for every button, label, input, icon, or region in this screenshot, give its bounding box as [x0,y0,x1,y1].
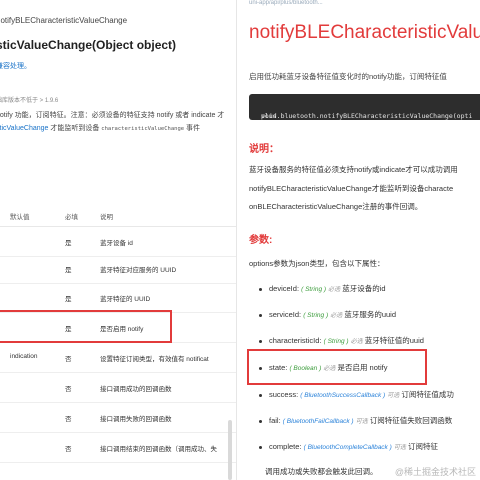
param-desc: 订阅特征值失败回调函数 [369,416,453,425]
bullet-icon [259,445,262,449]
param-item: deviceId: ( String ) 必选 蓝牙设备的id [259,283,386,294]
param-name: success [269,390,297,399]
cell-desc: 蓝牙特征的 UUID [100,296,151,303]
param-type[interactable]: String [328,338,345,345]
param-tag: 可选 [355,419,368,425]
url-fragment[interactable]: uni-app/api/plus/bluetooth... [249,0,323,6]
cell-desc: 接口调用结束的回调函数（调用成功、失 [100,446,217,453]
right-doc-panel: uni-app/api/plus/bluetooth... notifyBLEC… [237,0,480,480]
bullet-icon [259,313,262,317]
cell-required: 否 [65,356,72,363]
bullet-icon [259,393,262,397]
param-table-header: 默认值 必填 说明 [0,200,236,227]
cell-required: 是 [65,296,72,303]
code-text: plus.bluetooth.notifyBLECharacteristicVa… [261,112,473,120]
param-tag: 可选 [393,445,406,451]
table-row: 否 接口调用结束的回调函数（调用成功、失 [0,432,236,463]
param-item: serviceId: ( String ) 必选 蓝牙服务的uuid [259,309,396,320]
param-desc: 订阅特征值成功 [401,390,454,399]
table-row: 是 蓝牙特征的 UUID [0,282,236,313]
page-title: sticValueChange(Object object) [0,38,177,52]
version-note: 础库版本不低于 > 1.9.6 [0,98,59,104]
cell-required: 否 [65,386,72,393]
description-line-1: notify 功能，订阅特征。注意：必须设备的特征支持 notify 或者 in… [0,112,225,119]
param-item: characteristicId: ( String ) 必选 蓝牙特征值的uu… [259,335,424,346]
cell-desc: 接口调用成功的回调函数 [100,386,172,393]
code-block: void plus.bluetooth.notifyBLECharacteris… [249,94,480,120]
compat-link[interactable]: 兼容处理。 [0,61,31,71]
cell-desc: 蓝牙特征对应服务的 UUID [100,267,177,274]
param-type[interactable]: String [307,312,324,319]
param-item: complete: ( BluetoothCompleteCallback ) … [259,441,438,452]
param-tag: 必选 [328,287,341,293]
param-tag: 必选 [330,313,343,319]
param-desc: 订阅特征 [408,442,438,451]
cell-desc: 接口调用失败的回调函数 [100,416,172,423]
breadcrumb[interactable]: notifyBLECharacteristicValueChange [0,16,127,25]
desc-tail: 事件 [184,125,201,132]
explain-line: 蓝牙设备服务的特征值必须支持notify或indicate才可以成功调用 [249,165,458,174]
cell-required: 否 [65,416,72,423]
table-row: 否 接口调用成功的回调函数 [0,372,236,403]
param-item: success: ( BluetoothSuccessCallback ) 可选… [259,389,454,400]
cell-required: 是 [65,240,72,247]
complete-desc-continued: 调用成功或失败都会触发此回调。 [265,467,378,476]
highlight-box-state-param [247,349,427,385]
cell-required: 否 [65,446,72,453]
param-name: complete [269,442,300,451]
param-item: fail: ( BluetoothFailCallback ) 可选 订阅特征值… [259,415,452,426]
bullet-icon [259,419,262,423]
param-name: deviceId [269,284,297,293]
param-desc: 蓝牙服务的uuid [344,310,397,319]
watermark: @稀土掘金技术社区 [394,467,476,477]
param-type[interactable]: String [305,286,322,293]
param-type[interactable]: BluetoothCompleteCallback [308,444,388,451]
param-name: fail [269,416,279,425]
cell-required: 是 [65,267,72,274]
params-heading: 参数: [249,235,273,246]
scrollbar-thumb[interactable] [228,420,232,480]
explain-line: onBLECharacteristicValueChange注册的事件回调。 [249,202,423,211]
param-name: serviceId [269,310,300,319]
intro-text: 启用低功耗蓝牙设备特征值变化时的notify功能，订阅特征值 [249,72,447,81]
param-tag: 可选 [387,393,400,399]
param-type[interactable]: BluetoothFailCallback [287,418,350,425]
left-doc-panel: notifyBLECharacteristicValueChange sticV… [0,0,236,480]
cell-desc: 蓝牙设备 id [100,240,133,247]
table-row: 否 接口调用失败的回调函数 [0,402,236,433]
options-intro: options参数为json类型，包含以下属性： [249,259,385,268]
table-row: 是 蓝牙特征对应服务的 UUID [0,253,236,284]
explain-line: notifyBLECharacteristicValueChange才能监听到设… [249,184,454,193]
cell-default: indication [10,353,38,360]
bullet-icon [259,287,262,291]
cell-desc: 设置特征订阅类型，有效值有 notificat [100,356,209,363]
description-line-2: sticValueChange 才能监听到设备 characteristicVa… [0,123,200,133]
param-name: characteristicId [269,336,320,345]
bullet-icon [259,339,262,343]
table-row: indication 否 设置特征订阅类型，有效值有 notificat [0,342,236,373]
api-link[interactable]: sticValueChange [0,125,48,132]
explain-heading: 说明： [249,144,279,155]
desc-text: 才能监听到设备 [48,125,102,132]
api-title: notifyBLECharacteristicValue [249,22,480,43]
header-required: 必填 [65,214,78,221]
param-type[interactable]: BluetoothSuccessCallback [304,392,381,399]
param-desc: 蓝牙特征值的uuid [364,336,424,345]
header-description: 说明 [100,214,113,221]
inline-code: characteristicValueChange [101,126,185,132]
param-tag: 必选 [350,339,363,345]
highlight-box-state-row [0,310,172,343]
param-desc: 蓝牙设备的id [342,284,386,293]
header-default: 默认值 [10,214,30,221]
